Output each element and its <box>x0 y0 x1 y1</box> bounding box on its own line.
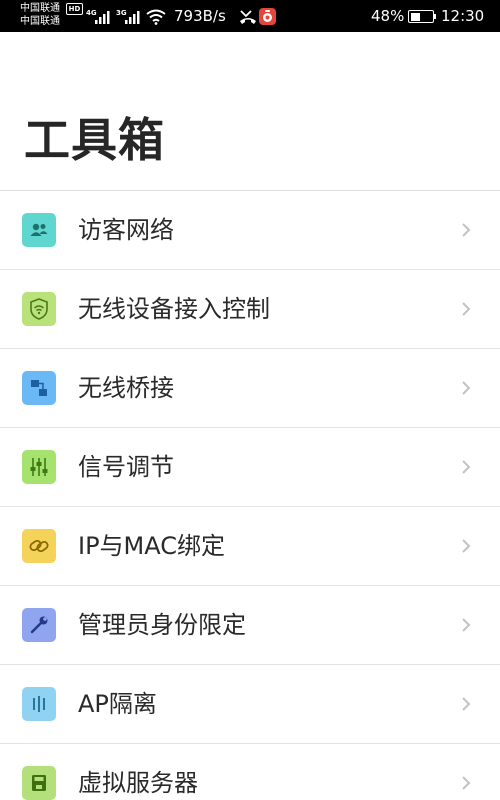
tool-item-label: 信号调节 <box>78 453 174 481</box>
tool-item-ip-mac-binding[interactable]: IP与MAC绑定 <box>0 507 500 586</box>
chevron-right-icon <box>462 460 471 474</box>
page-title: 工具箱 <box>24 113 165 167</box>
battery-level <box>410 12 421 21</box>
chevron-right-icon <box>462 381 471 395</box>
tool-item-label: 访客网络 <box>78 216 174 244</box>
guest-network-icon <box>22 213 56 247</box>
network-speed: 793B/s <box>174 7 226 25</box>
signal-icon <box>125 11 140 24</box>
tool-item-admin-restriction[interactable]: 管理员身份限定 <box>0 586 500 665</box>
chevron-right-icon <box>462 302 471 316</box>
tool-item-label: IP与MAC绑定 <box>78 532 226 560</box>
tool-item-label: 虚拟服务器 <box>78 769 198 797</box>
chevron-right-icon <box>462 539 471 553</box>
tool-list: 访客网络 无线设备接入控制 无线桥接 信号调节 IP与MAC绑定 管理员身份限定… <box>0 190 500 800</box>
virtual-server-icon <box>22 766 56 800</box>
ip-mac-binding-icon <box>22 529 56 563</box>
clock: 12:30 <box>441 7 485 25</box>
tool-item-virtual-server[interactable]: 虚拟服务器 <box>0 744 500 800</box>
chevron-right-icon <box>462 697 471 711</box>
battery-tip <box>434 14 436 19</box>
tool-item-wireless-access-control[interactable]: 无线设备接入控制 <box>0 270 500 349</box>
signal-icon <box>95 11 110 24</box>
tool-item-wireless-bridge[interactable]: 无线桥接 <box>0 349 500 428</box>
battery-icon <box>408 10 434 23</box>
chevron-right-icon <box>462 618 471 632</box>
missed-call-icon <box>240 10 256 24</box>
ap-isolation-icon <box>22 687 56 721</box>
tool-item-label: 无线桥接 <box>78 374 174 402</box>
wifi-icon <box>146 9 166 25</box>
signal-adjust-icon <box>22 450 56 484</box>
carrier-info: 中国联通 中国联通 <box>20 2 60 28</box>
carrier-label-1: 中国联通 <box>20 3 60 14</box>
tool-item-label: 无线设备接入控制 <box>78 295 270 323</box>
tool-item-label: 管理员身份限定 <box>78 611 246 639</box>
wireless-access-control-icon <box>22 292 56 326</box>
tool-item-signal-adjust[interactable]: 信号调节 <box>0 428 500 507</box>
carrier-label-2: 中国联通 <box>20 16 60 27</box>
wireless-bridge-icon <box>22 371 56 405</box>
tool-item-label: AP隔离 <box>78 690 157 718</box>
hd-icon: HD <box>66 3 83 15</box>
battery-percent: 48% <box>371 7 405 25</box>
admin-restriction-icon <box>22 608 56 642</box>
tool-item-guest-network[interactable]: 访客网络 <box>0 191 500 270</box>
status-bar: 中国联通 中国联通 HD 4G 3G 793B/s 48% 12:30 <box>0 0 500 32</box>
chevron-right-icon <box>462 776 471 790</box>
chevron-right-icon <box>462 223 471 237</box>
app-notification-icon <box>259 8 276 25</box>
tool-item-ap-isolation[interactable]: AP隔离 <box>0 665 500 744</box>
toolbox-screen: 中国联通 中国联通 HD 4G 3G 793B/s 48% 12:30 工具箱 … <box>0 0 500 800</box>
